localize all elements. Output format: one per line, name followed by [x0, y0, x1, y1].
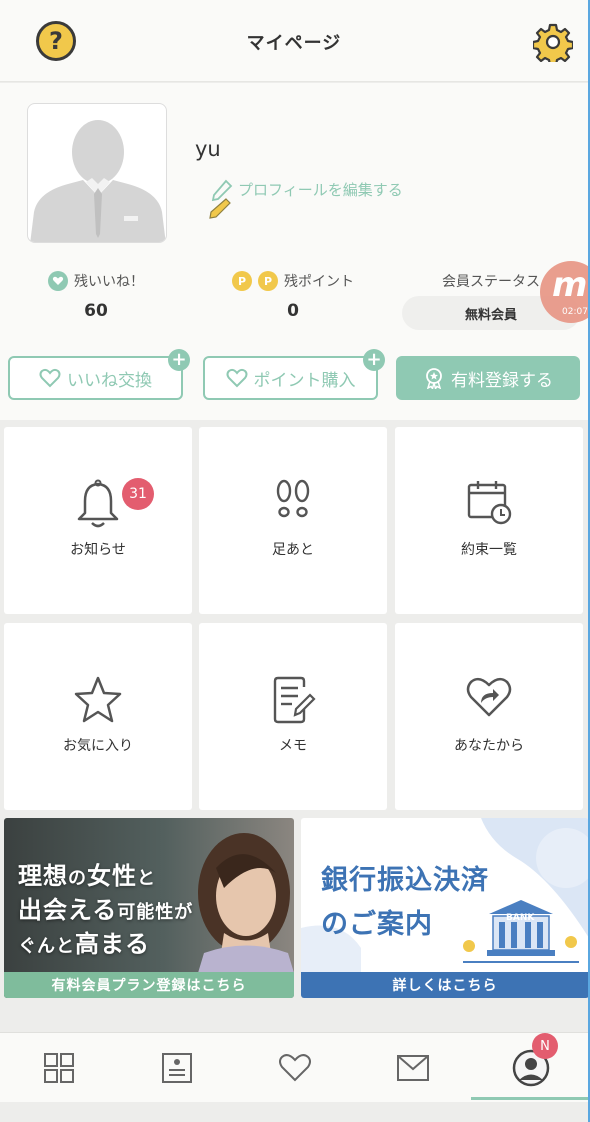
memo-icon: [273, 676, 316, 724]
heart-badge-icon: [48, 271, 68, 291]
avatar[interactable]: [27, 103, 167, 243]
award-ribbon-icon: [426, 368, 442, 389]
banner-line-2: 出会える可能性が: [18, 896, 194, 924]
top-bar: ? マイページ: [0, 0, 588, 82]
like-exchange-label: いいね交換: [67, 370, 152, 391]
status-label: 会員ステータス: [442, 274, 540, 290]
footprints-icon: [276, 479, 310, 518]
likes-label: 残いいね！: [74, 274, 144, 290]
username: yu: [195, 137, 221, 161]
banner-cta: 有料会員プラン登録はこちら: [4, 972, 294, 998]
calendar-clock-icon: [467, 481, 512, 525]
points-value: 0: [287, 301, 299, 321]
edit-profile-label: プロフィールを編集する: [238, 181, 403, 199]
profile-section: yu プロフィールを編集する 残いいね！ 60 P P 残ポイント 0 会員ステ…: [0, 83, 590, 420]
menu-tile-footprints[interactable]: 足あと: [199, 427, 387, 614]
page-title: マイページ: [246, 33, 342, 54]
menu-tile-memo[interactable]: メモ: [199, 623, 387, 810]
nav-profile-card[interactable]: [118, 1033, 236, 1103]
banner-title-2: のご案内: [321, 909, 433, 940]
banner-title-1: 銀行振込決済: [321, 865, 489, 896]
app-logo-icon: m: [552, 265, 588, 305]
heart-outline-icon: [226, 368, 247, 388]
badge-timer: 02:07: [562, 307, 588, 317]
settings-gear-icon[interactable]: [533, 22, 573, 62]
menu-tile-appointments[interactable]: 約束一覧: [395, 427, 583, 614]
menu-tile-label: 約束一覧: [461, 542, 517, 558]
like-exchange-button[interactable]: いいね交換 +: [8, 349, 190, 400]
edit-profile-link[interactable]: プロフィールを編集する: [208, 179, 403, 219]
menu-tile-label: あなたから: [454, 738, 524, 754]
menu-tile-from-you[interactable]: あなたから: [395, 623, 583, 810]
buy-points-label: ポイント購入: [253, 370, 356, 391]
menu-tile-label: お気に入り: [63, 738, 133, 754]
default-avatar-icon: [30, 120, 166, 242]
heart-share-icon: [466, 677, 512, 717]
point-coin-icon: P: [258, 271, 278, 291]
menu-tile-label: メモ: [279, 738, 307, 754]
mail-icon: [397, 1055, 429, 1081]
menu-tile-label: 足あと: [272, 542, 314, 558]
woman-photo: [198, 833, 294, 973]
active-tab-indicator: [471, 1097, 589, 1100]
likes-stat: 残いいね！ 60: [20, 269, 172, 321]
nav-mypage[interactable]: [472, 1033, 590, 1103]
banner-line-1: 理想の女性と: [18, 862, 156, 890]
nav-messages[interactable]: [354, 1033, 472, 1103]
paid-register-button[interactable]: 有料登録する: [396, 356, 580, 400]
notification-count-badge: 31: [122, 478, 154, 510]
nav-new-badge: N: [532, 1033, 558, 1059]
premium-plan-banner[interactable]: 理想の女性と 出会える可能性が ぐんと高まる 有料会員プラン登録はこちら: [4, 818, 294, 998]
banner-cta: 詳しくはこちら: [301, 972, 589, 998]
likes-value: 60: [84, 301, 108, 321]
points-stat: P P 残ポイント 0: [205, 269, 381, 321]
menu-tile-label: お知らせ: [70, 542, 126, 558]
buy-points-button[interactable]: ポイント購入 +: [203, 349, 385, 400]
grid-icon: [44, 1053, 74, 1083]
bottom-nav: [0, 1032, 590, 1102]
bank-sign: BANK: [506, 913, 535, 923]
menu-tile-notifications[interactable]: 31 お知らせ: [4, 427, 192, 614]
paid-register-label: 有料登録する: [451, 370, 553, 391]
menu-tile-favorites[interactable]: お気に入り: [4, 623, 192, 810]
nav-home[interactable]: [0, 1033, 118, 1103]
profile-card-icon: [162, 1053, 192, 1083]
bank-building-icon: [463, 900, 579, 963]
bell-icon: [77, 479, 119, 528]
point-coin-icon: P: [232, 271, 252, 291]
heart-icon: [279, 1054, 311, 1082]
star-icon: [74, 676, 122, 723]
heart-outline-icon: [39, 368, 61, 388]
nav-likes[interactable]: [236, 1033, 354, 1103]
banner-line-3: ぐんと高まる: [18, 930, 150, 958]
pencil-icon: [209, 179, 233, 219]
points-label: 残ポイント: [284, 274, 354, 290]
bank-transfer-banner[interactable]: 銀行振込決済 のご案内 BANK 詳しくはこちら: [301, 818, 589, 998]
plus-icon: +: [363, 349, 385, 371]
plus-icon: +: [168, 349, 190, 371]
